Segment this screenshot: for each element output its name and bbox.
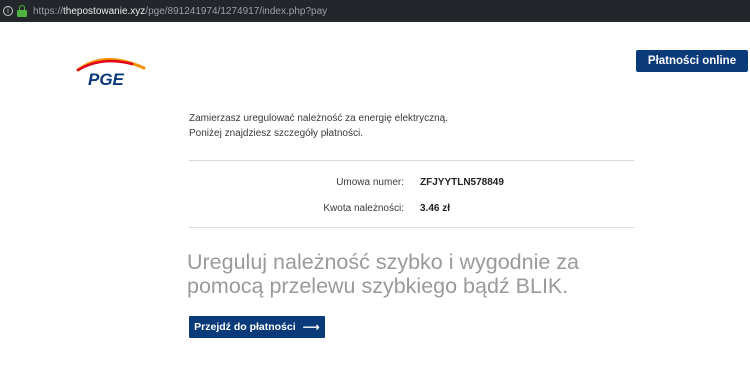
divider-top [189,160,634,161]
amount-label: Kwota należności: [323,203,404,214]
info-icon[interactable]: i [3,6,13,16]
url-protocol: https:// [33,5,64,17]
pay-online-button[interactable]: Płatności online [636,50,748,72]
amount-value: 3.46 zł [420,203,451,214]
contract-value: ZFJYYTLN578849 [420,177,504,188]
lock-icon[interactable] [17,5,27,17]
divider-bottom [189,227,634,228]
go-to-payment-label: Przejdź do płatności [194,321,296,333]
go-to-payment-button[interactable]: Przejdź do płatności ⟶ [189,316,325,338]
pge-logo: PGE [74,52,148,89]
payment-headline: Ureguluj należność szybko i wygodnie za … [187,250,579,298]
url-text[interactable]: https://thepostowanie.xyz/pge/891241974/… [33,6,327,17]
url-path: /pge/891241974/1274917/index.php?pay [145,5,328,17]
contract-label: Umowa numer: [336,177,404,188]
intro-text: Zamierzasz uregulować należność za energ… [189,111,448,141]
arrow-right-icon: ⟶ [302,320,320,334]
logo-text: PGE [88,70,125,88]
intro-line-2: Poniżej znajdziesz szczegóły płatności. [189,128,363,139]
url-host: thepostowanie.xyz [63,5,146,17]
intro-line-1: Zamierzasz uregulować należność za energ… [189,113,449,124]
browser-address-bar[interactable]: i https://thepostowanie.xyz/pge/89124197… [0,0,750,22]
